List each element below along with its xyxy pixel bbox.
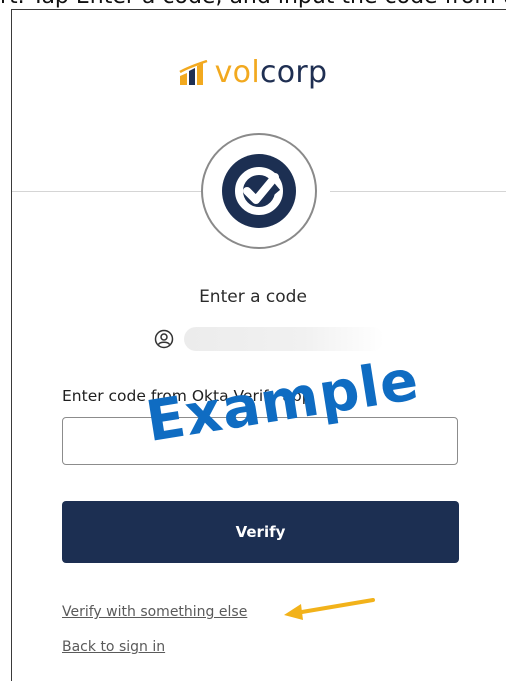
redacted-username bbox=[184, 327, 384, 351]
brand-logo: volcorp bbox=[0, 55, 506, 90]
verify-button[interactable]: Verify bbox=[62, 501, 459, 563]
page-title: Enter a code bbox=[199, 287, 307, 307]
yellow-arrow-icon bbox=[284, 598, 375, 620]
screenshot-canvas: rt. Tap Enter a code, and input the code… bbox=[0, 0, 506, 681]
divider-left bbox=[12, 191, 202, 192]
verify-with-something-else-link[interactable]: Verify with something else bbox=[62, 604, 247, 620]
brand-wordmark-vol: vol bbox=[214, 55, 260, 90]
authenticator-badge bbox=[201, 133, 317, 249]
user-identifier bbox=[154, 324, 384, 354]
okta-verify-check-icon bbox=[222, 154, 296, 228]
code-field-label: Enter code from Okta Verify app bbox=[62, 387, 312, 405]
brand-wordmark: volcorp bbox=[215, 55, 328, 90]
code-input[interactable] bbox=[62, 417, 458, 465]
brand-wordmark-corp: corp bbox=[259, 55, 328, 90]
back-to-sign-in-link[interactable]: Back to sign in bbox=[62, 639, 165, 655]
top-caption-text: rt. Tap Enter a code, and input the code… bbox=[0, 0, 506, 9]
divider-right bbox=[330, 191, 506, 192]
volcorp-logo-icon bbox=[178, 59, 208, 85]
user-circle-icon bbox=[154, 329, 174, 349]
